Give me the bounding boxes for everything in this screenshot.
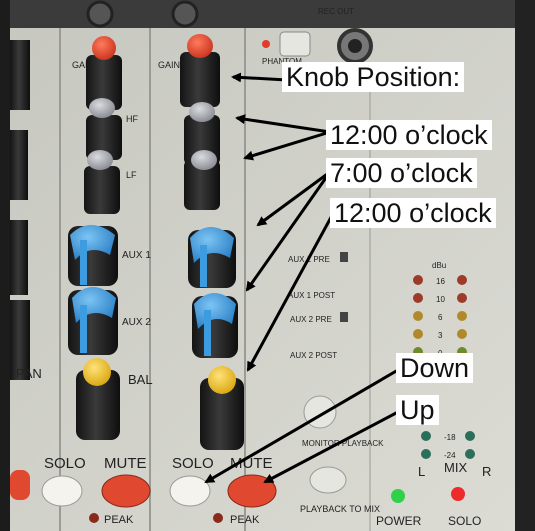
- peak-led-b: [213, 513, 223, 523]
- svg-text:AUX 1 POST: AUX 1 POST: [288, 291, 335, 300]
- bal-knob-a-cap: [83, 358, 111, 386]
- peak-led-a: [89, 513, 99, 523]
- svg-text:AUX 2 POST: AUX 2 POST: [290, 351, 337, 360]
- solo-text-a: SOLO: [44, 455, 86, 472]
- aux1-text-a: AUX 1: [122, 250, 151, 261]
- callout-label-3: 12:00 o’clock: [330, 198, 496, 228]
- knob-position-title: Knob Position:: [282, 62, 465, 92]
- bal-text-a: BAL: [128, 372, 153, 387]
- power-text: POWER: [376, 514, 422, 528]
- peak-text-a: PEAK: [104, 514, 134, 526]
- rec-out-jack-hole: [348, 39, 362, 53]
- callout-label-1: 12:00 o’clock: [326, 120, 492, 150]
- mute-button-a: [101, 474, 151, 508]
- peak-text-b: PEAK: [230, 514, 260, 526]
- svg-text:-24: -24: [444, 451, 456, 460]
- svg-text:16: 16: [436, 277, 445, 286]
- solo-text-b: SOLO: [172, 455, 214, 472]
- svg-text:6: 6: [438, 313, 443, 322]
- solo-button-a: [41, 475, 83, 507]
- rec-out-text: REC OUT: [318, 7, 354, 16]
- solo-led: [451, 487, 465, 501]
- mute-text-a: MUTE: [104, 455, 147, 472]
- lf-knob-b-cap: [191, 150, 217, 170]
- solo-master-text: SOLO: [448, 514, 481, 528]
- solo-button-b: [169, 475, 211, 507]
- gain-text-b: GAIN: [158, 60, 180, 70]
- svg-text:AUX 2 PRE: AUX 2 PRE: [290, 315, 332, 324]
- hf-text-a: HF: [126, 114, 138, 124]
- phantom-switch: [279, 31, 311, 57]
- svg-text:3: 3: [438, 331, 443, 340]
- bal-knob-b-cap: [208, 366, 236, 394]
- mixer-photo: PHANTOM REC OUT PAN GAIN HF LF AUX 1 AUX…: [0, 0, 535, 531]
- gain-knob-a-cap: [92, 36, 116, 60]
- svg-text:MIX: MIX: [444, 460, 467, 475]
- phantom-led: [262, 40, 270, 48]
- power-led: [391, 489, 405, 503]
- svg-text:PLAYBACK TO MIX: PLAYBACK TO MIX: [300, 504, 380, 514]
- aux2-text-a: AUX 2: [122, 317, 151, 328]
- callout-down: Down: [396, 353, 474, 383]
- left-mute-button: [10, 470, 30, 500]
- svg-text:R: R: [482, 464, 491, 479]
- xlr-jack-2: [171, 0, 199, 28]
- callout-up: Up: [396, 395, 439, 425]
- gain-knob-b-cap: [187, 34, 213, 58]
- svg-text:-18: -18: [444, 433, 456, 442]
- callout-label-2: 7:00 o’clock: [326, 158, 477, 188]
- svg-text:dBu: dBu: [432, 261, 446, 270]
- lf-knob-a-cap: [87, 150, 113, 170]
- playback-to-mix-button: [309, 466, 347, 494]
- svg-text:10: 10: [436, 295, 445, 304]
- hf-knob-a-cap: [89, 98, 115, 118]
- right-edge: [515, 0, 535, 531]
- lf-text-a: LF: [126, 170, 137, 180]
- pan-text: PAN: [16, 366, 42, 381]
- svg-text:L: L: [418, 464, 425, 479]
- hf-knob-b-cap: [189, 102, 215, 122]
- xlr-jack-1: [86, 0, 114, 28]
